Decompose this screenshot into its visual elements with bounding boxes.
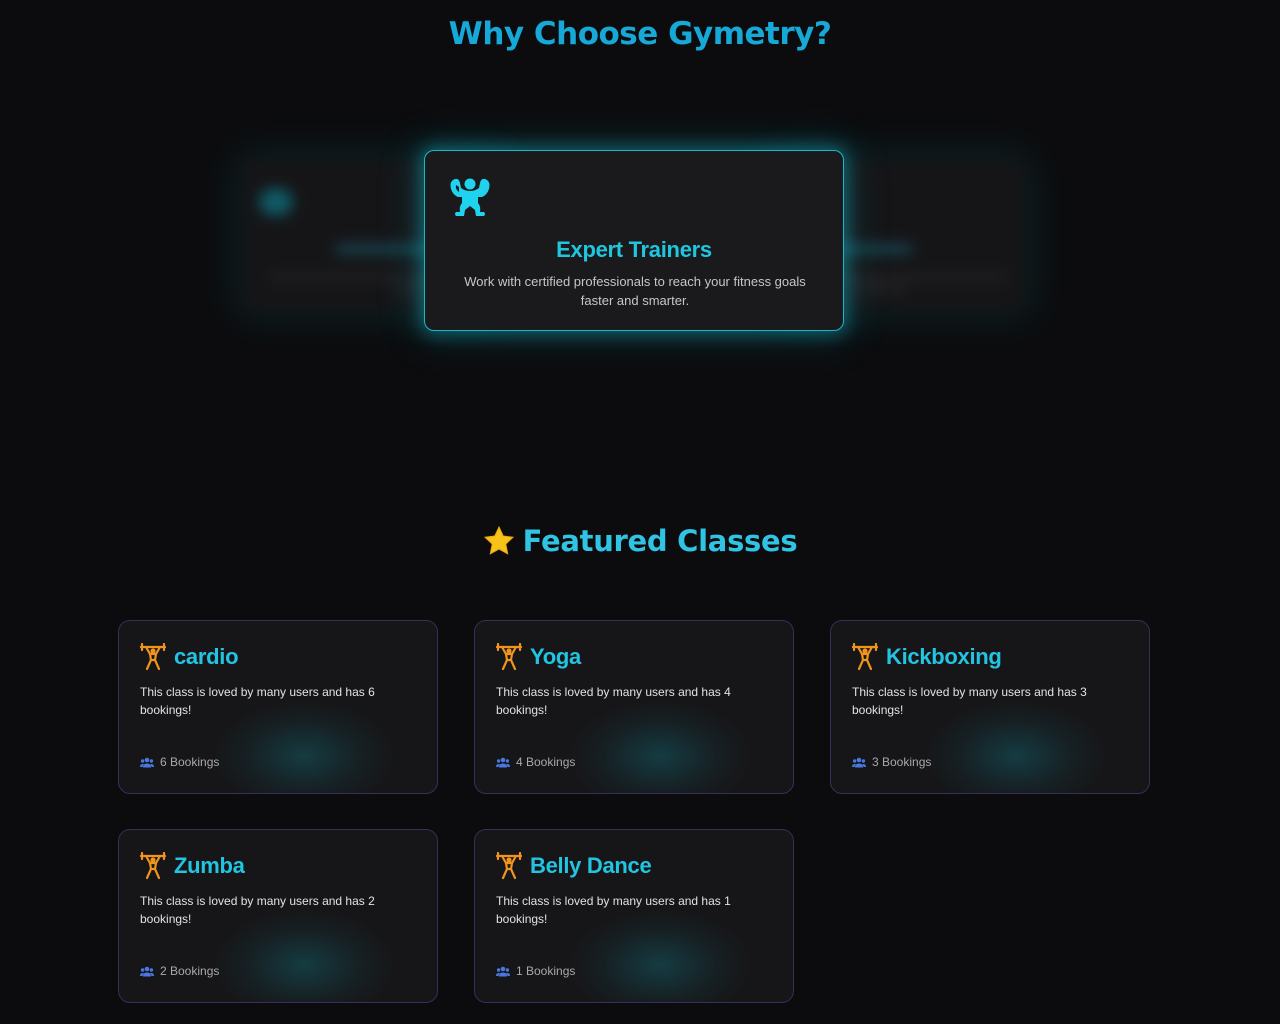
weightlifter-icon: [139, 852, 167, 880]
class-bookings: 3 Bookings: [852, 755, 931, 769]
class-description: This class is loved by many users and ha…: [140, 685, 375, 717]
feature-icon-blurred: [259, 188, 293, 216]
feature-title: Expert Trainers: [556, 237, 712, 262]
class-header: Yoga: [495, 643, 581, 671]
class-header: Belly Dance: [495, 852, 652, 880]
class-card-zumba[interactable]: Zumba This class is loved by many users …: [118, 829, 438, 1003]
class-name: Kickboxing: [886, 644, 1002, 669]
users-icon: [852, 757, 866, 767]
class-description: This class is loved by many users and ha…: [496, 685, 731, 717]
users-icon: [496, 966, 510, 976]
class-name: Zumba: [174, 853, 245, 878]
feature-card-active[interactable]: Expert Trainers Work with certified prof…: [424, 150, 844, 331]
weightlifter-icon: [139, 643, 167, 671]
bookings-count: 3 Bookings: [872, 755, 932, 769]
weightlifter-icon: [851, 643, 879, 671]
feature-description: Work with certified professionals to rea…: [464, 274, 806, 308]
page: Why Choose Gymetry? Expert Trainers Work…: [0, 0, 1280, 1024]
class-name: Belly Dance: [530, 853, 652, 878]
class-header: cardio: [139, 643, 239, 671]
class-description: This class is loved by many users and ha…: [140, 894, 375, 926]
users-icon: [140, 757, 154, 767]
class-bookings: 1 Bookings: [496, 964, 575, 978]
class-card-belly-dance[interactable]: Belly Dance This class is loved by many …: [474, 829, 794, 1003]
bookings-count: 4 Bookings: [516, 755, 576, 769]
star-icon: [483, 525, 514, 555]
weightlifter-icon: [495, 643, 523, 671]
class-bookings: 2 Bookings: [140, 964, 219, 978]
feature-desc-blurred: [848, 287, 908, 293]
class-bookings: 6 Bookings: [140, 755, 219, 769]
class-description: This class is loved by many users and ha…: [852, 685, 1087, 717]
class-description: This class is loved by many users and ha…: [496, 894, 731, 926]
class-card-kickboxing[interactable]: Kickboxing This class is loved by many u…: [830, 620, 1150, 794]
class-name: cardio: [174, 644, 239, 669]
featured-classes-title: Featured Classes: [522, 524, 798, 558]
bookings-count: 1 Bookings: [516, 964, 576, 978]
bookings-count: 6 Bookings: [160, 755, 220, 769]
users-icon: [140, 966, 154, 976]
bodybuilder-icon: [450, 178, 490, 216]
featured-classes-heading: Featured Classes: [0, 524, 1280, 558]
class-header: Kickboxing: [851, 643, 1002, 671]
bookings-count: 2 Bookings: [160, 964, 220, 978]
class-bookings: 4 Bookings: [496, 755, 575, 769]
weightlifter-icon: [495, 852, 523, 880]
class-header: Zumba: [139, 852, 245, 880]
features-carousel: Expert Trainers Work with certified prof…: [0, 0, 1280, 420]
users-icon: [496, 757, 510, 767]
class-card-cardio[interactable]: cardio This class is loved by many users…: [118, 620, 438, 794]
class-card-yoga[interactable]: Yoga This class is loved by many users a…: [474, 620, 794, 794]
class-name: Yoga: [530, 644, 581, 669]
